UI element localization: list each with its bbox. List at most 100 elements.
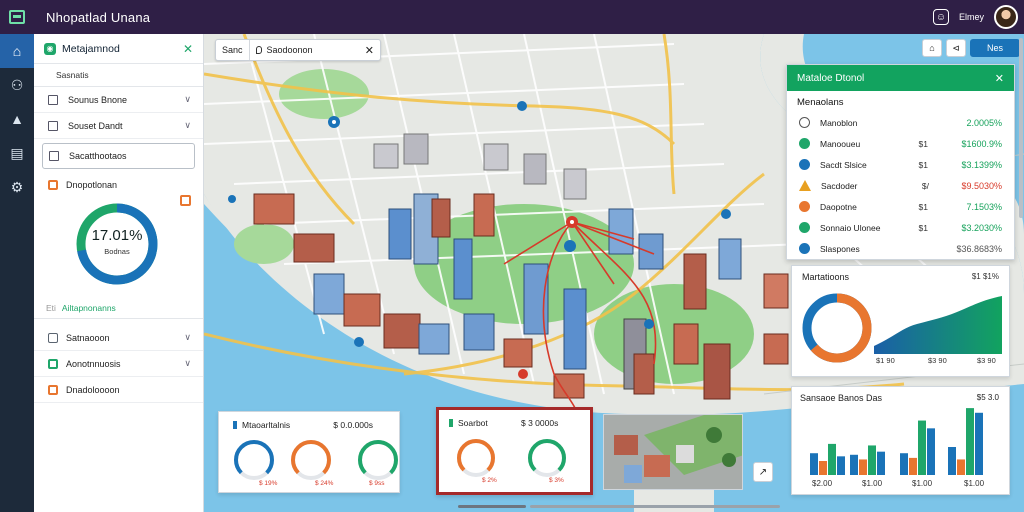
stat-row[interactable]: Sacdoder $/ $9.5030% bbox=[787, 175, 1014, 196]
chevron-down-icon[interactable]: ∨ bbox=[184, 358, 191, 369]
stat-tag: Eti bbox=[46, 302, 56, 313]
group-row[interactable]: Aonotnnuosis ∨ bbox=[34, 351, 203, 377]
checkbox[interactable] bbox=[48, 94, 58, 105]
area-series bbox=[874, 296, 1002, 354]
stat-text: Ailtapnonanns bbox=[61, 302, 116, 313]
primary-action-button[interactable]: Nes bbox=[970, 39, 1020, 57]
share-button[interactable]: ⊲ bbox=[946, 39, 966, 57]
stat-value: $9.5030% bbox=[961, 180, 1002, 191]
axis-label: $3 90 bbox=[928, 356, 947, 365]
group-label: Satnaooon bbox=[66, 332, 110, 343]
stats-card: Mataloe Dtonol ✕ Menaolans Manoblon 2.000… bbox=[786, 64, 1015, 260]
gauge-label: $ 9ss bbox=[369, 480, 385, 487]
filter-label: Souset Dandt bbox=[68, 120, 123, 131]
panel-logo-icon: ◉ bbox=[44, 42, 56, 55]
gauge-percent: 17.01% bbox=[91, 227, 143, 244]
stat-row[interactable]: Daopotne $1 7.1503% bbox=[787, 196, 1014, 217]
axis-label: $1.00 bbox=[912, 479, 933, 488]
gauge-label: $ 19% bbox=[259, 480, 278, 487]
3d-preview-image bbox=[604, 415, 742, 489]
home-icon[interactable]: ⌂ bbox=[0, 34, 34, 68]
database-icon[interactable]: ▤ bbox=[0, 136, 34, 170]
gauge-ring bbox=[76, 203, 158, 285]
stat-row[interactable]: Slaspones $36.8683% bbox=[787, 238, 1014, 259]
section-header: Dnopotlonan bbox=[34, 173, 203, 197]
avatar[interactable] bbox=[994, 5, 1018, 29]
checkbox[interactable] bbox=[49, 151, 59, 161]
trend-card: Martatioons $1 $1% $1 90 $3 90 $3 90 bbox=[791, 265, 1010, 377]
stat-value: $36.8683% bbox=[956, 243, 1002, 254]
section-icon bbox=[48, 180, 58, 190]
close-icon[interactable]: ✕ bbox=[995, 72, 1004, 85]
group-icon bbox=[48, 384, 58, 395]
export-icon[interactable] bbox=[180, 195, 191, 206]
stat-row[interactable]: Sacdt Slsice $1 $3.1399% bbox=[787, 154, 1014, 175]
people-icon[interactable]: ⚇ bbox=[0, 68, 34, 102]
filter-row[interactable]: Souset Dandt ∨ bbox=[34, 113, 203, 139]
left-panel-subtitle: Sasnatis bbox=[34, 64, 203, 87]
section-title: Dnopotlonan bbox=[66, 180, 118, 190]
bar-chart-card: Sansaoe Banos Das $5 3.0 $2.00 $1.00 $1.… bbox=[791, 386, 1010, 495]
battery-icon bbox=[799, 201, 810, 212]
left-panel: ◉ Metajamnod ✕ Sasnatis Sounus Bnone ∨ S… bbox=[34, 34, 204, 512]
stats-card-header: Mataloe Dtonol ✕ bbox=[787, 65, 1014, 91]
filter-row[interactable]: Sounus Bnone ∨ bbox=[34, 87, 203, 113]
axis-label: $2.00 bbox=[812, 479, 833, 488]
chevron-down-icon[interactable]: ∨ bbox=[184, 120, 191, 131]
app-logo-icon[interactable] bbox=[0, 0, 34, 34]
gauge-label: $ 24% bbox=[315, 480, 334, 487]
search-scope[interactable]: Sanc bbox=[216, 40, 250, 60]
group-row[interactable]: Satnaooon ∨ bbox=[34, 325, 203, 351]
group-label: Dnadoloooon bbox=[66, 384, 120, 395]
map-toolbar: ⌂ ⊲ Nes bbox=[922, 39, 1020, 57]
horizontal-scrollbar-track[interactable] bbox=[530, 505, 780, 508]
bar bbox=[909, 457, 917, 475]
profile-icon[interactable]: ☺ bbox=[932, 9, 949, 25]
bar bbox=[918, 420, 926, 475]
chevron-down-icon[interactable]: ∨ bbox=[184, 332, 191, 343]
group-label: Aonotnnuosis bbox=[66, 358, 121, 369]
layers-icon[interactable]: ▲ bbox=[0, 102, 34, 136]
stat-name: Sonnaio Ulonee bbox=[820, 222, 881, 233]
close-icon[interactable]: ✕ bbox=[183, 42, 193, 56]
clear-search-icon[interactable]: ✕ bbox=[365, 44, 374, 57]
gauge-card: Mtaoarltalnis $ 0.0.000s $ 19% $ 24% $ 9… bbox=[218, 411, 400, 493]
stats-card-subtitle: Menaolans bbox=[797, 97, 844, 108]
search-value: Saodoonon bbox=[266, 45, 313, 55]
3d-preview[interactable] bbox=[603, 414, 743, 490]
map-search-bar[interactable]: Sanc Saodoonon ✕ bbox=[215, 39, 381, 61]
stat-row[interactable]: Manoblon 2.0005% bbox=[787, 112, 1014, 133]
stat-row[interactable]: Manooueu $1 $1600.9% bbox=[787, 133, 1014, 154]
stat-mid: $1 bbox=[918, 159, 928, 170]
bar bbox=[975, 412, 983, 475]
bar bbox=[900, 453, 908, 475]
bar bbox=[837, 456, 845, 475]
stat-name: Manooueu bbox=[820, 138, 861, 149]
stats-card-title: Mataloe Dtonol bbox=[797, 72, 865, 84]
bar bbox=[957, 459, 965, 475]
search-input[interactable]: Saodoonon bbox=[250, 45, 319, 55]
selected-gauge-card[interactable]: Soarbot $ 3 0000s $ 2% $ 3% bbox=[436, 407, 593, 495]
chevron-down-icon[interactable]: ∨ bbox=[184, 94, 191, 105]
selected-filter[interactable]: Sacatthootaos bbox=[42, 143, 195, 169]
gear-icon bbox=[799, 243, 810, 254]
group-row[interactable]: Dnadoloooon bbox=[34, 377, 203, 403]
settings-icon[interactable]: ⚙ bbox=[0, 170, 34, 204]
bar bbox=[819, 461, 827, 475]
stat-row[interactable]: Sonnaio Ulonee $1 $3.2030% bbox=[787, 217, 1014, 238]
filter-label: Sounus Bnone bbox=[68, 94, 128, 105]
username[interactable]: Elmey bbox=[959, 12, 984, 22]
vertical-scrollbar[interactable] bbox=[1019, 38, 1023, 218]
location-icon bbox=[799, 222, 810, 233]
selected-filter-label: Sacatthootaos bbox=[69, 151, 127, 161]
stat-mid: $/ bbox=[921, 180, 929, 191]
circle-icon bbox=[799, 117, 810, 128]
checkbox[interactable] bbox=[48, 120, 58, 131]
expand-button[interactable]: ↗ bbox=[753, 462, 773, 482]
horizontal-scrollbar-thumb[interactable] bbox=[458, 505, 526, 508]
bar bbox=[859, 459, 867, 475]
vehicle-icon bbox=[799, 159, 810, 170]
home-view-button[interactable]: ⌂ bbox=[922, 39, 942, 57]
stat-value: $3.1399% bbox=[961, 159, 1002, 170]
bar bbox=[948, 447, 956, 475]
